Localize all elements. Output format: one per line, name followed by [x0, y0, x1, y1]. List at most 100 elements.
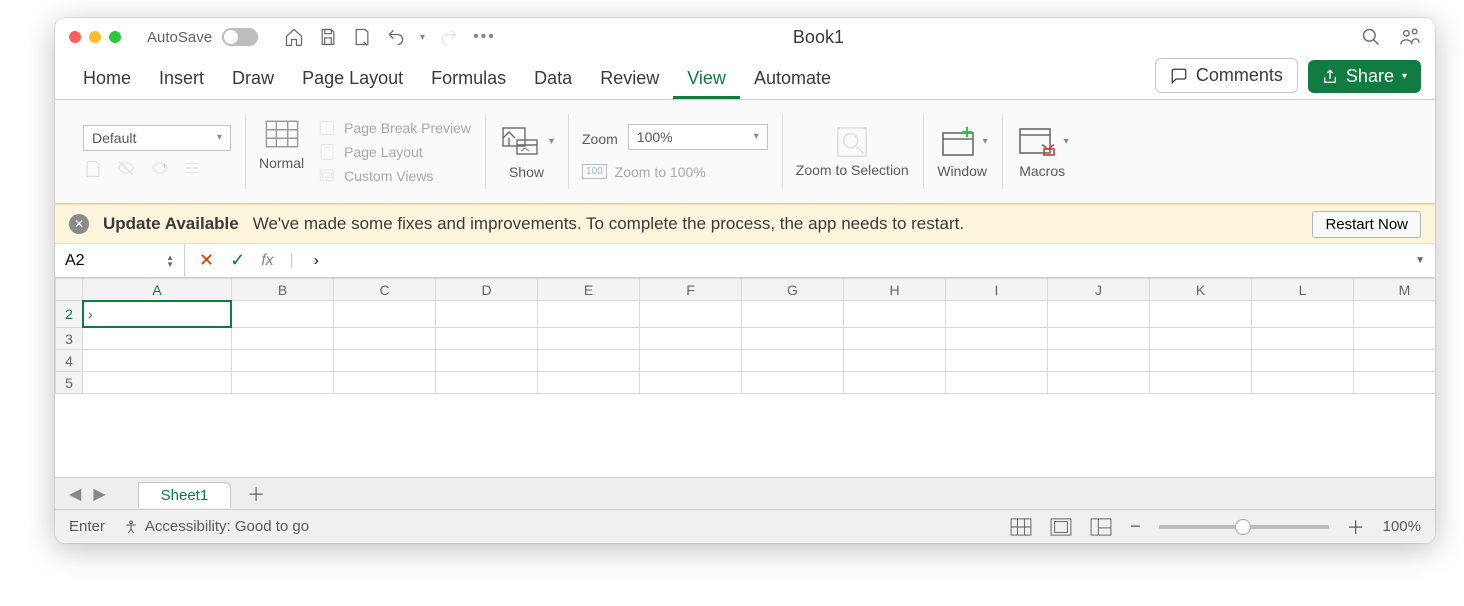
show-icon[interactable] [499, 124, 543, 160]
share-people-icon[interactable] [1399, 26, 1421, 48]
col-header-B[interactable]: B [232, 279, 334, 301]
sheet-nav-prev-icon[interactable]: ◀ [65, 484, 85, 504]
row-header-4[interactable]: 4 [56, 350, 83, 372]
sheet-view-dropdown[interactable]: Default ▾ [83, 125, 231, 151]
chevron-down-icon[interactable]: ▾ [549, 136, 554, 147]
cell-D2[interactable] [436, 301, 538, 328]
normal-view-button[interactable] [1010, 517, 1032, 535]
formula-input[interactable] [308, 252, 1415, 269]
cancel-icon[interactable]: ✕ [199, 250, 214, 271]
select-all-cell[interactable] [56, 279, 83, 301]
cell-A3[interactable] [83, 328, 232, 350]
tab-automate[interactable]: Automate [740, 58, 845, 99]
minimize-window-icon[interactable] [89, 31, 101, 43]
cell-B5[interactable] [232, 372, 334, 394]
new-view-icon[interactable] [149, 159, 171, 177]
enter-icon[interactable]: ✓ [230, 250, 245, 271]
tab-page-layout[interactable]: Page Layout [288, 58, 417, 99]
page-layout-button[interactable]: Page Layout [318, 143, 471, 161]
tab-view[interactable]: View [673, 58, 740, 99]
spin-down-icon[interactable]: ▼ [166, 261, 174, 268]
close-window-icon[interactable] [69, 31, 81, 43]
col-header-A[interactable]: A [83, 279, 232, 301]
cell-H3[interactable] [844, 328, 946, 350]
zoom-slider[interactable] [1159, 525, 1329, 529]
col-header-D[interactable]: D [436, 279, 538, 301]
cell-C3[interactable] [334, 328, 436, 350]
cell-J2[interactable] [1048, 301, 1150, 328]
exit-view-icon[interactable] [115, 159, 137, 177]
zoom-selection-icon[interactable] [833, 125, 871, 159]
row-header-5[interactable]: 5 [56, 372, 83, 394]
col-header-L[interactable]: L [1252, 279, 1354, 301]
cell-H5[interactable] [844, 372, 946, 394]
tab-home[interactable]: Home [69, 58, 145, 99]
cell-I2[interactable] [946, 301, 1048, 328]
close-banner-icon[interactable]: ✕ [69, 214, 89, 234]
search-icon[interactable] [1361, 27, 1381, 47]
tab-draw[interactable]: Draw [218, 58, 288, 99]
cell-B4[interactable] [232, 350, 334, 372]
row-header-3[interactable]: 3 [56, 328, 83, 350]
cell-D3[interactable] [436, 328, 538, 350]
zoom-in-icon[interactable]: ＋ [1347, 514, 1365, 540]
expand-formula-icon[interactable]: ▼ [1415, 255, 1425, 266]
zoom-selection-label[interactable]: Zoom to Selection [796, 163, 909, 178]
cell-G2[interactable] [742, 301, 844, 328]
sheet-tab[interactable]: Sheet1 [138, 482, 232, 508]
cell-D5[interactable] [436, 372, 538, 394]
tab-formulas[interactable]: Formulas [417, 58, 520, 99]
macros-icon[interactable] [1016, 125, 1058, 159]
cell-F2[interactable] [640, 301, 742, 328]
add-sheet-icon[interactable]: ＋ [235, 481, 277, 507]
redo-icon[interactable] [439, 27, 459, 47]
cell-C2[interactable] [334, 301, 436, 328]
cell-J4[interactable] [1048, 350, 1150, 372]
col-header-M[interactable]: M [1354, 279, 1436, 301]
cell-M2[interactable] [1354, 301, 1436, 328]
zoom-100-button[interactable]: 100 Zoom to 100% [582, 164, 706, 180]
cell-F5[interactable] [640, 372, 742, 394]
cell-M5[interactable] [1354, 372, 1436, 394]
page-layout-view-button[interactable] [1050, 517, 1072, 535]
col-header-K[interactable]: K [1150, 279, 1252, 301]
comments-button[interactable]: Comments [1155, 58, 1298, 93]
page-break-view-button[interactable] [1090, 517, 1112, 535]
cell-A2[interactable]: › [83, 301, 231, 327]
cell-G3[interactable] [742, 328, 844, 350]
cell-K5[interactable] [1150, 372, 1252, 394]
sheet-nav-next-icon[interactable]: ▶ [89, 484, 109, 504]
normal-label[interactable]: Normal [259, 155, 304, 171]
cell-A5[interactable] [83, 372, 232, 394]
cell-B3[interactable] [232, 328, 334, 350]
autosave-toggle[interactable] [222, 28, 258, 46]
cell-K2[interactable] [1150, 301, 1252, 328]
normal-view-icon[interactable] [265, 119, 299, 149]
options-view-icon[interactable] [183, 159, 201, 177]
col-header-G[interactable]: G [742, 279, 844, 301]
cell-F4[interactable] [640, 350, 742, 372]
cell-E4[interactable] [538, 350, 640, 372]
cell-M4[interactable] [1354, 350, 1436, 372]
cell-J3[interactable] [1048, 328, 1150, 350]
zoom-out-icon[interactable]: − [1130, 516, 1141, 537]
cell-G4[interactable] [742, 350, 844, 372]
cell-M3[interactable] [1354, 328, 1436, 350]
fx-icon[interactable]: fx [261, 252, 273, 270]
col-header-F[interactable]: F [640, 279, 742, 301]
col-header-C[interactable]: C [334, 279, 436, 301]
cell-H4[interactable] [844, 350, 946, 372]
cell-I3[interactable] [946, 328, 1048, 350]
accessibility-status[interactable]: Accessibility: Good to go [123, 518, 309, 535]
cell-E2[interactable] [538, 301, 640, 328]
cell-E5[interactable] [538, 372, 640, 394]
row-header-2[interactable]: 2 [56, 301, 83, 328]
window-icon[interactable] [937, 125, 977, 159]
cell-J5[interactable] [1048, 372, 1150, 394]
cell-L3[interactable] [1252, 328, 1354, 350]
cell-E3[interactable] [538, 328, 640, 350]
col-header-I[interactable]: I [946, 279, 1048, 301]
share-button[interactable]: Share ▾ [1308, 60, 1421, 93]
tab-review[interactable]: Review [586, 58, 673, 99]
name-box[interactable]: A2 ▲▼ [55, 244, 185, 277]
